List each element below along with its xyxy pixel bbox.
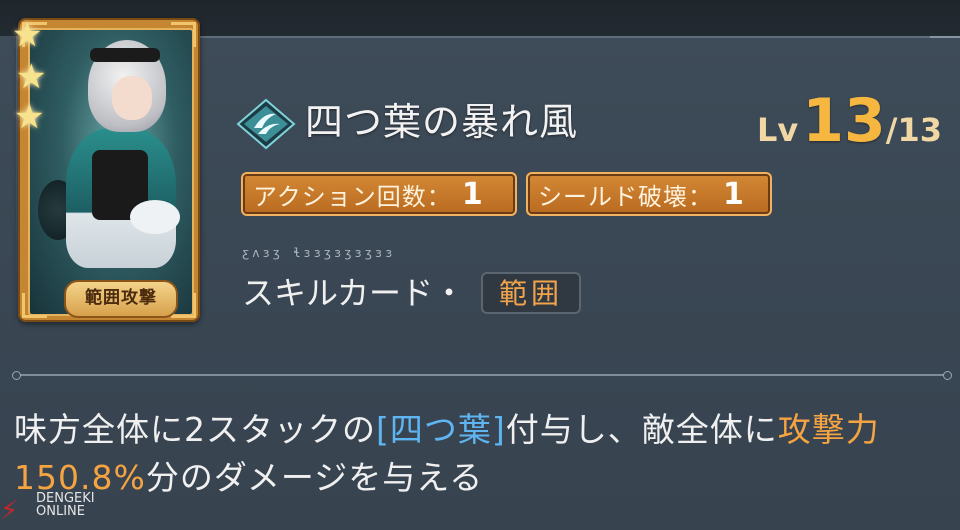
dengeki-logo-icon: ⚡	[0, 496, 19, 526]
star-icon: ★	[16, 57, 47, 97]
level-max: /13	[885, 111, 942, 149]
character-glove	[130, 200, 180, 234]
character-face	[112, 76, 152, 120]
shield-break-badge: シールド破壊： 1	[526, 172, 772, 216]
level-current: 13	[802, 86, 886, 156]
desc-text: 分のダメージを与える	[145, 458, 484, 497]
card-category: スキルカード・	[242, 274, 466, 312]
skill-level: Lv 13 /13	[757, 86, 942, 156]
star-icon: ★	[14, 97, 45, 137]
frame-corner-icon	[171, 22, 196, 47]
desc-text: 付与し、敵全体に	[505, 410, 778, 449]
panel-corner-notch	[930, 36, 960, 50]
wind-crest-icon	[236, 98, 296, 150]
watermark: ⚡ DENGEKI ONLINE	[0, 490, 130, 530]
desc-keyword-four-leaf[interactable]: [四つ葉]	[376, 410, 506, 449]
decorative-script: ƹʌɜʒ ɬɜɜʒɜʒɜʒɜɜ	[242, 246, 396, 260]
skill-name: 四つ葉の暴れ風	[305, 100, 579, 144]
card-type-label: 範囲攻撃	[64, 280, 178, 318]
character-headband	[90, 48, 160, 62]
card-artwork	[28, 28, 194, 316]
desc-text: 味方全体に2スタックの	[14, 410, 376, 449]
section-divider	[12, 371, 952, 380]
action-count-badge: アクション回数： 1	[241, 172, 517, 216]
action-count-value: 1	[461, 176, 483, 212]
star-icon: ★	[12, 15, 43, 55]
shield-break-label: シールド破壊：	[538, 182, 713, 211]
skill-description: 味方全体に2スタックの[四つ葉]付与し、敵全体に攻撃力150.8%分のダメージを…	[14, 406, 944, 502]
card-range-tag: 範囲	[481, 272, 581, 314]
action-count-label: アクション回数：	[253, 182, 452, 211]
frame-corner-icon	[22, 293, 47, 318]
watermark-text: DENGEKI ONLINE	[36, 491, 95, 519]
shield-break-value: 1	[723, 176, 744, 212]
level-prefix: Lv	[757, 111, 799, 149]
